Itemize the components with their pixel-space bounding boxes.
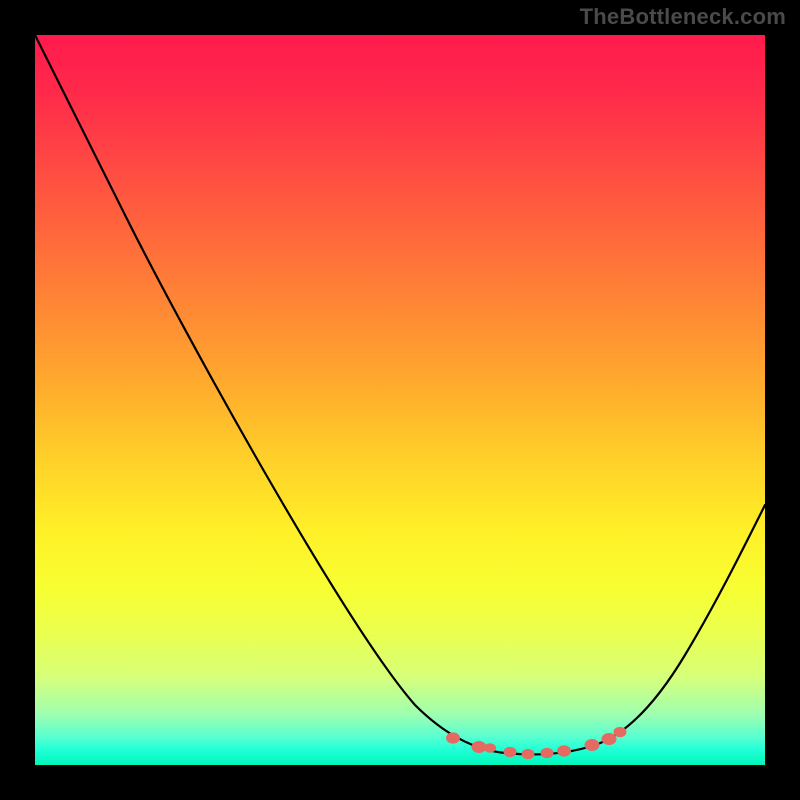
valley-dot <box>602 734 616 745</box>
valley-dot <box>585 740 599 751</box>
valley-dot <box>522 749 534 758</box>
bottleneck-curve <box>35 35 765 754</box>
valley-dot <box>541 748 553 757</box>
valley-dot <box>614 727 626 736</box>
valley-dot <box>504 747 516 756</box>
valley-dot <box>472 742 486 753</box>
valley-dot <box>558 746 571 756</box>
curve-layer <box>35 35 765 765</box>
valley-dot <box>485 744 496 753</box>
chart-plot-area <box>35 35 765 765</box>
watermark-text: TheBottleneck.com <box>580 4 786 30</box>
valley-dot <box>447 733 460 743</box>
